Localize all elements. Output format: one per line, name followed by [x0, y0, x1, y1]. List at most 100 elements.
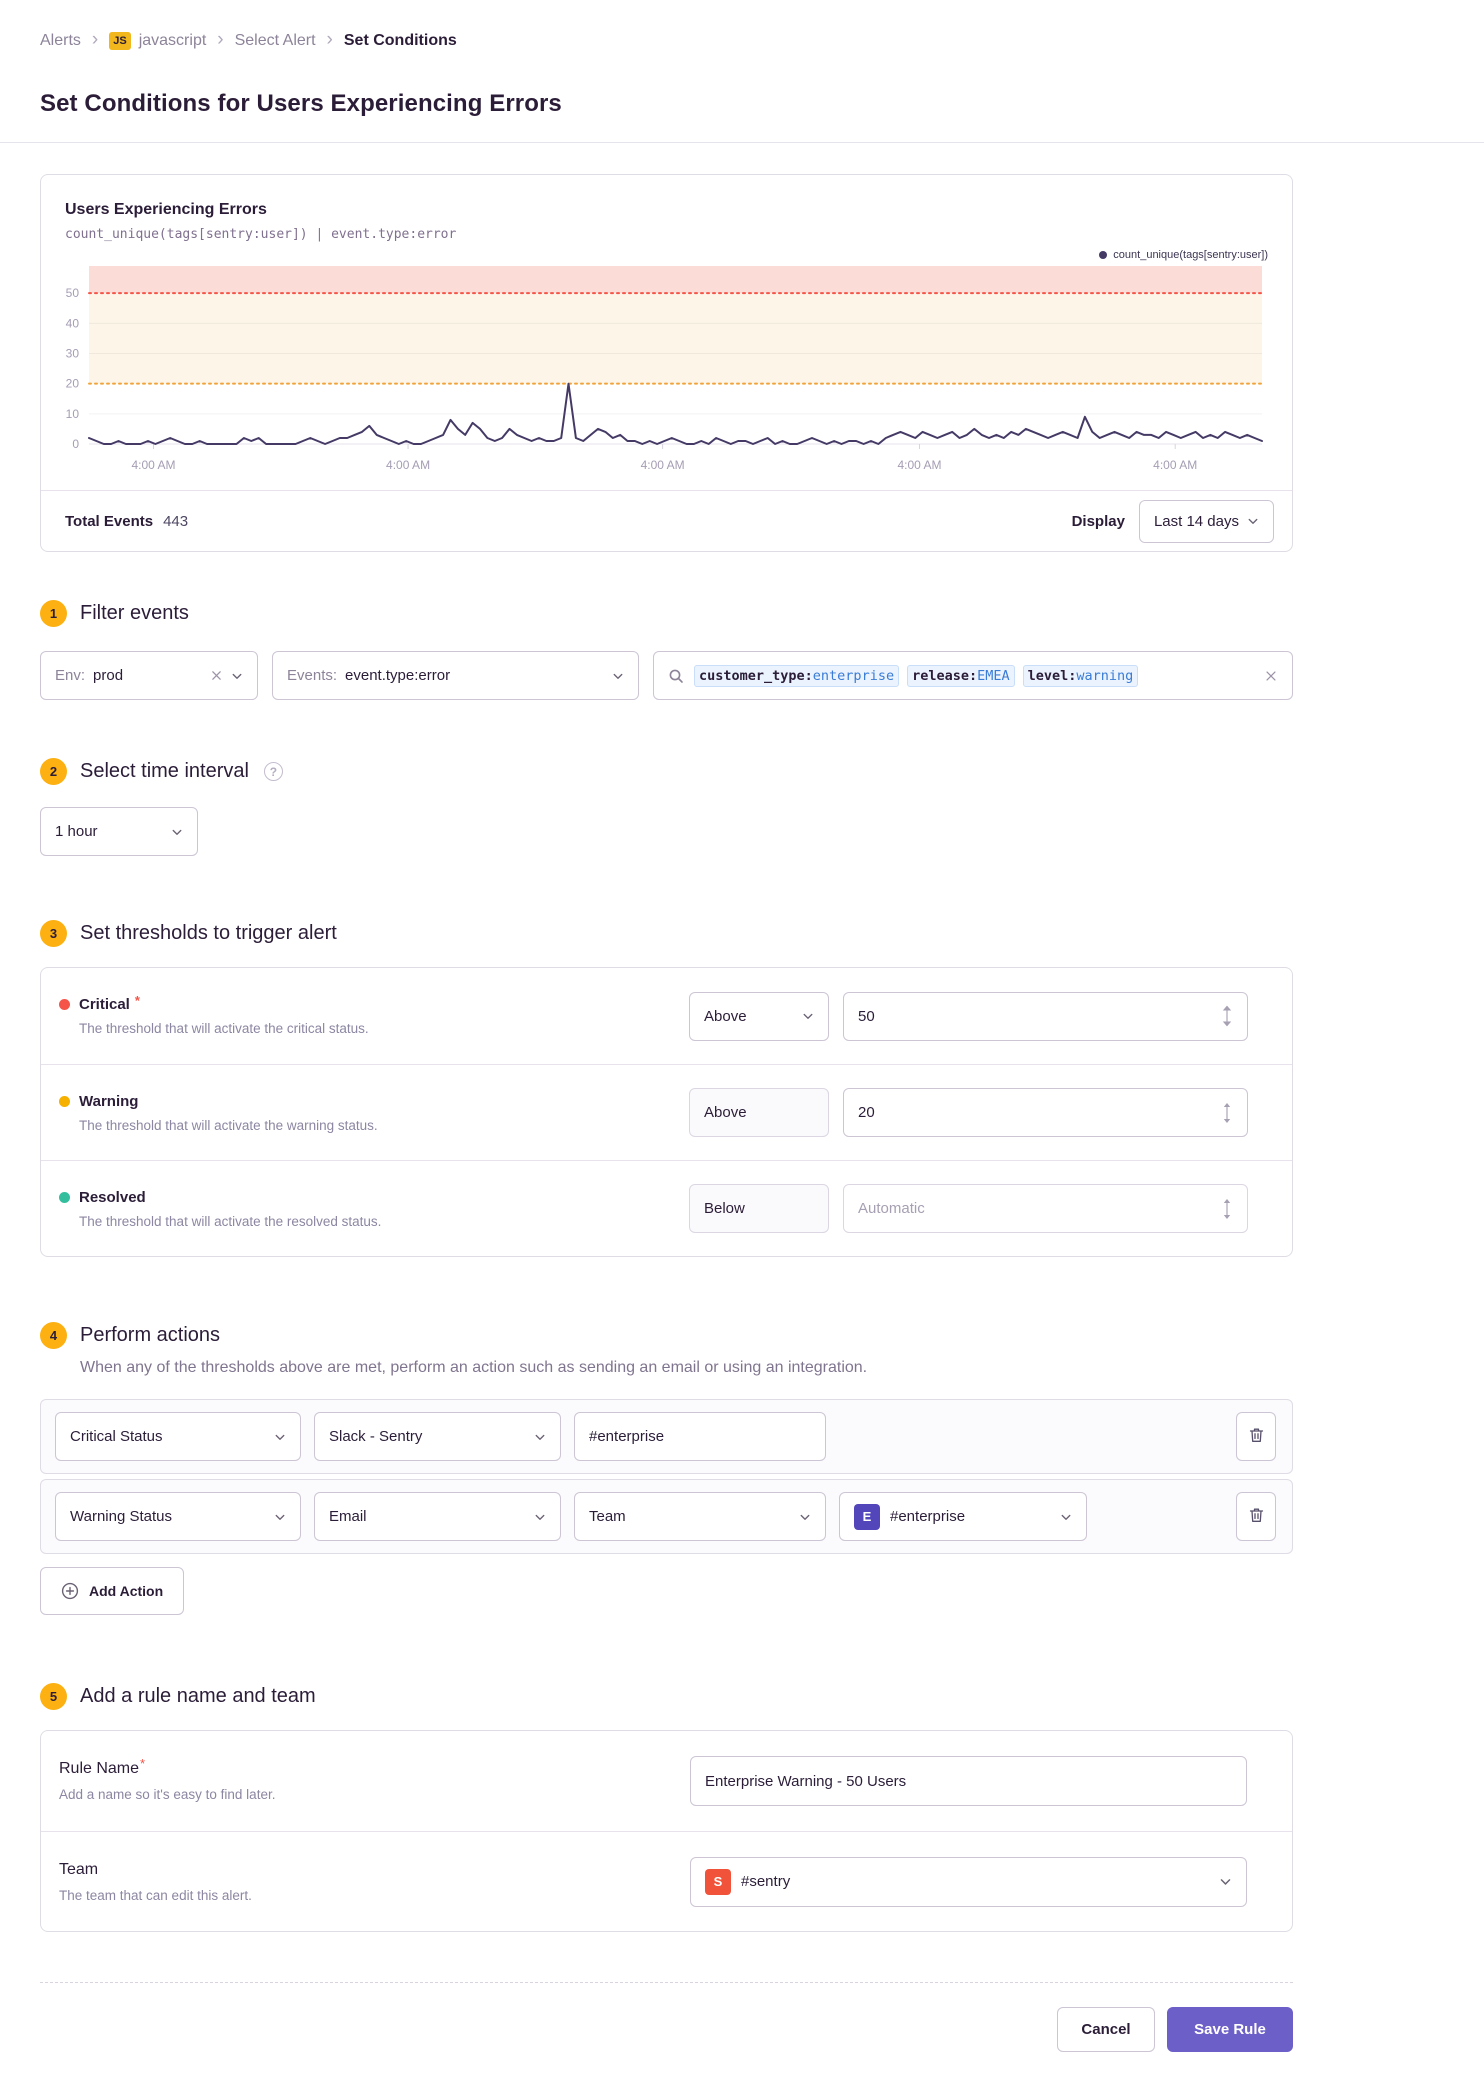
svg-text:4:00 AM: 4:00 AM [1153, 458, 1197, 472]
chevron-down-icon [1219, 1875, 1232, 1888]
trash-icon [1249, 1427, 1264, 1446]
add-action-button[interactable]: Add Action [40, 1567, 185, 1615]
environment-filter-value: prod [93, 667, 124, 684]
rule-name-row: Rule Name * Add a name so it's easy to f… [41, 1731, 1292, 1831]
legend-label: count_unique(tags[sentry:user]) [1113, 249, 1268, 261]
token-key: level: [1027, 667, 1077, 684]
chart-footer: Total Events 443 Display Last 14 days [41, 490, 1292, 551]
action-service-select[interactable]: Slack - Sentry [314, 1412, 561, 1461]
token-key: release: [912, 667, 978, 684]
step-number-badge: 3 [40, 920, 67, 947]
stepper-icon[interactable] [1221, 1198, 1233, 1220]
search-token[interactable]: release:EMEA [907, 664, 1015, 687]
rule-team-row: Team The team that can edit this alert. … [41, 1831, 1292, 1931]
delete-action-button[interactable] [1236, 1412, 1276, 1461]
chevron-down-icon [274, 1511, 286, 1523]
critical-condition-value: Above [704, 1007, 747, 1025]
footer-divider [40, 1982, 1293, 1983]
time-interval-select[interactable]: 1 hour [40, 807, 198, 856]
clear-search-icon[interactable] [1264, 669, 1278, 683]
save-rule-button[interactable]: Save Rule [1167, 2007, 1293, 2052]
token-value: enterprise [812, 667, 895, 684]
event-type-filter-value: event.type:error [345, 667, 451, 684]
alert-chart-panel: Users Experiencing Errors count_unique(t… [40, 174, 1293, 552]
step-thresholds-title: Set thresholds to trigger alert [80, 922, 337, 944]
search-token[interactable]: level:warning [1022, 664, 1139, 687]
svg-text:10: 10 [66, 407, 80, 421]
chevron-right-icon: › [91, 29, 99, 50]
breadcrumb-alerts[interactable]: Alerts [40, 32, 81, 50]
warning-threshold-input[interactable] [843, 1088, 1248, 1137]
svg-text:4:00 AM: 4:00 AM [131, 458, 175, 472]
actions-group: Critical Status Slack - Sentry #enterpri… [40, 1399, 1293, 1554]
warning-condition-readonly: Above [689, 1088, 829, 1137]
search-token[interactable]: customer_type:enterprise [694, 664, 900, 687]
action-channel-value[interactable] [589, 1428, 811, 1445]
action-target-type-value: Team [589, 1508, 626, 1525]
tag-search-input[interactable]: customer_type:enterprise release:EMEA le… [653, 651, 1293, 700]
svg-text:0: 0 [72, 437, 79, 451]
critical-threshold-input[interactable] [843, 991, 1248, 1041]
step-number-badge: 5 [40, 1683, 67, 1710]
step-interval-heading: 2 Select time interval ? [40, 758, 1293, 785]
critical-threshold-value[interactable] [858, 1007, 1178, 1025]
step-number-badge: 4 [40, 1322, 67, 1349]
total-events-value: 443 [163, 512, 189, 530]
breadcrumb: Alerts › JS javascript › Select Alert › … [40, 30, 1484, 52]
action-trigger-select[interactable]: Critical Status [55, 1412, 301, 1461]
rule-name-value[interactable] [705, 1772, 1232, 1790]
action-trigger-select[interactable]: Warning Status [55, 1492, 301, 1541]
token-value: EMEA [977, 667, 1010, 684]
search-icon [668, 668, 684, 684]
critical-condition-select[interactable]: Above [689, 991, 829, 1041]
team-avatar: S [705, 1868, 731, 1895]
top-header: Alerts › JS javascript › Select Alert › … [0, 0, 1484, 118]
event-type-filter-select[interactable]: Events: event.type:error [272, 651, 639, 700]
stepper-icon[interactable] [1221, 1102, 1233, 1124]
step-actions-heading: 4 Perform actions [40, 1322, 1293, 1349]
resolved-condition-value: Below [704, 1200, 745, 1217]
svg-text:4:00 AM: 4:00 AM [386, 458, 430, 472]
required-asterisk: * [134, 993, 140, 1008]
action-service-select[interactable]: Email [314, 1492, 561, 1541]
critical-status-icon [59, 999, 70, 1010]
action-team-select[interactable]: E #enterprise [839, 1492, 1087, 1541]
javascript-platform-icon: JS [109, 32, 131, 50]
help-icon[interactable]: ? [263, 762, 283, 781]
chart-legend[interactable]: count_unique(tags[sentry:user]) [1099, 249, 1268, 261]
clear-environment-icon[interactable] [210, 669, 223, 682]
warning-threshold-value[interactable] [858, 1104, 1178, 1121]
resolved-threshold-input[interactable] [843, 1184, 1248, 1233]
rule-team-select[interactable]: S #sentry [690, 1856, 1247, 1907]
action-target-type-select[interactable]: Team [574, 1492, 826, 1541]
stepper-icon[interactable] [1221, 1005, 1233, 1027]
step-rule-title: Add a rule name and team [80, 1685, 316, 1707]
actions-description: When any of the thresholds above are met… [80, 1359, 868, 1376]
svg-text:20: 20 [66, 377, 80, 391]
resolved-condition-readonly: Below [689, 1184, 829, 1233]
step-number-badge: 2 [40, 758, 67, 785]
warning-status-icon [59, 1095, 70, 1107]
breadcrumb-select-alert[interactable]: Select Alert [235, 32, 316, 50]
header-divider [0, 142, 1484, 143]
action-service-value: Email [329, 1508, 367, 1525]
thresholds-panel: Critical * The threshold that will activ… [40, 967, 1293, 1257]
footer-buttons: Cancel Save Rule [40, 2007, 1293, 2052]
rule-name-input[interactable] [690, 1756, 1247, 1806]
cancel-button[interactable]: Cancel [1057, 2007, 1155, 2052]
breadcrumb-project[interactable]: JS javascript [109, 32, 206, 50]
delete-action-button[interactable] [1236, 1492, 1276, 1541]
svg-text:50: 50 [66, 286, 80, 300]
resolved-status-icon [59, 1191, 70, 1203]
environment-filter-select[interactable]: Env: prod [40, 651, 258, 700]
team-avatar: E [854, 1503, 880, 1530]
trash-icon [1249, 1507, 1264, 1526]
svg-text:4:00 AM: 4:00 AM [897, 458, 941, 472]
chevron-right-icon: › [326, 29, 333, 50]
action-team-value: #enterprise [890, 1508, 966, 1525]
resolved-threshold-value[interactable] [858, 1200, 1178, 1217]
time-range-button[interactable]: Last 14 days [1138, 499, 1274, 543]
add-action-label: Add Action [89, 1583, 164, 1599]
action-channel-input[interactable] [574, 1412, 826, 1461]
chevron-down-icon [274, 1431, 286, 1443]
